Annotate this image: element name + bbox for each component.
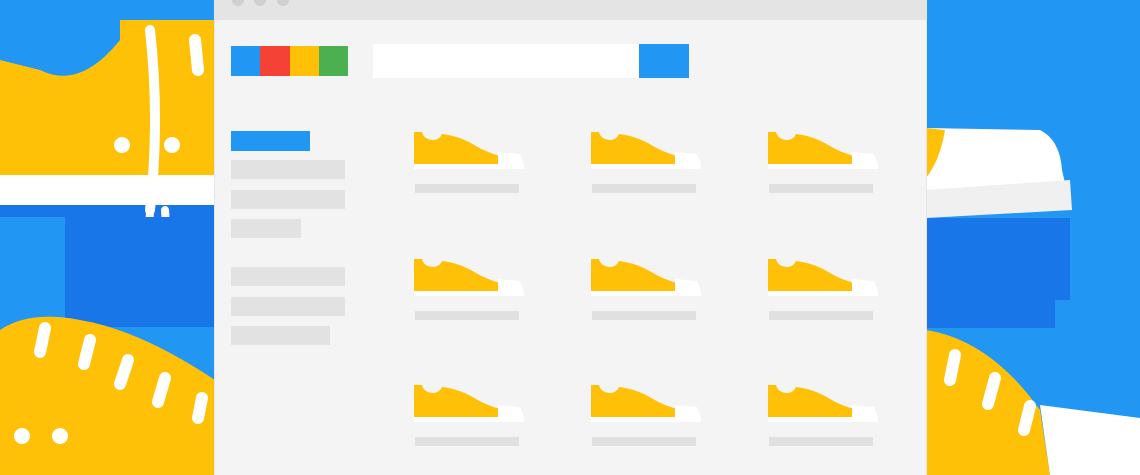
sidebar-item-active[interactable] [231, 131, 310, 151]
product-title-placeholder [769, 437, 873, 446]
product-title-placeholder [592, 437, 696, 446]
product-title-placeholder [769, 184, 873, 193]
sidebar-item[interactable] [231, 160, 345, 179]
product-title-placeholder [769, 311, 873, 320]
logo-segment [260, 46, 290, 76]
window-control-dot[interactable] [277, 0, 289, 6]
logo-segment [289, 46, 319, 76]
product-card[interactable] [766, 128, 886, 208]
logo-segment [231, 46, 261, 76]
sneaker-icon [768, 132, 878, 169]
product-card[interactable] [412, 255, 532, 335]
sneaker-icon [768, 385, 878, 422]
sneaker-icon [591, 132, 701, 169]
product-card[interactable] [589, 255, 709, 335]
sneaker-icon [768, 259, 878, 296]
sneaker-top-right-icon [926, 128, 1072, 218]
product-title-placeholder [415, 184, 519, 193]
search-button[interactable] [639, 44, 689, 78]
sidebar-item[interactable] [231, 297, 345, 316]
browser-window [215, 0, 926, 475]
logo-segment [318, 46, 348, 76]
product-card[interactable] [589, 381, 709, 461]
product-card[interactable] [412, 381, 532, 461]
window-titlebar [215, 0, 926, 20]
brand-logo[interactable] [231, 46, 348, 76]
sneaker-icon [591, 385, 701, 422]
sneaker-icon [414, 132, 524, 169]
product-card[interactable] [766, 255, 886, 335]
sneaker-icon [414, 259, 524, 296]
product-title-placeholder [415, 311, 519, 320]
product-title-placeholder [415, 437, 519, 446]
sidebar-item[interactable] [231, 326, 330, 345]
sidebar-item[interactable] [231, 219, 301, 238]
sidebar-item[interactable] [231, 190, 345, 209]
window-control-dot[interactable] [254, 0, 266, 6]
product-card[interactable] [589, 128, 709, 208]
search-input[interactable] [373, 44, 639, 78]
sidebar-item[interactable] [231, 267, 345, 286]
window-control-dot[interactable] [232, 0, 244, 6]
sneaker-icon [414, 385, 524, 422]
product-card[interactable] [412, 128, 532, 208]
product-card[interactable] [766, 381, 886, 461]
product-title-placeholder [592, 311, 696, 320]
sneaker-icon [591, 259, 701, 296]
product-title-placeholder [592, 184, 696, 193]
